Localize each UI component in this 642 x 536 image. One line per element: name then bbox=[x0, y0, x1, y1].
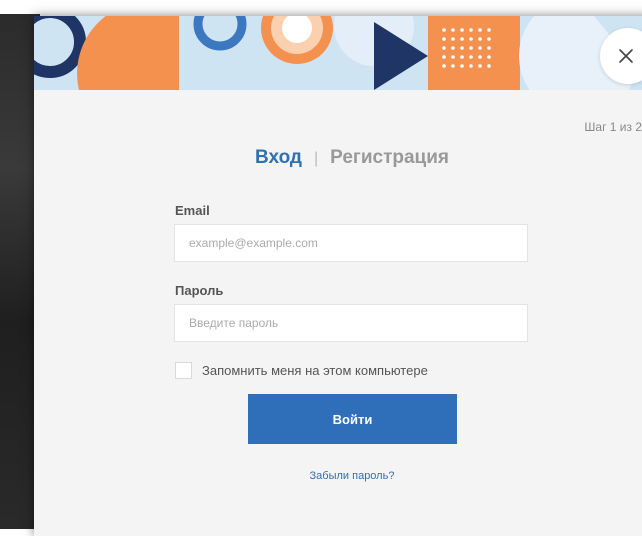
password-label: Пароль bbox=[175, 283, 224, 298]
auth-tabs: Вход | Регистрация bbox=[34, 147, 642, 169]
decorative-banner bbox=[34, 16, 642, 90]
email-field[interactable] bbox=[174, 224, 528, 262]
close-icon bbox=[619, 49, 633, 63]
login-modal: Шаг 1 из 2 Вход | Регистрация Email Паро… bbox=[34, 16, 642, 536]
tab-login[interactable]: Вход bbox=[255, 147, 302, 169]
login-submit-button[interactable]: Войти bbox=[248, 394, 457, 444]
email-label: Email bbox=[175, 203, 210, 218]
tab-register[interactable]: Регистрация bbox=[330, 147, 449, 169]
banner-pattern bbox=[34, 16, 642, 90]
password-field[interactable] bbox=[174, 304, 528, 342]
tab-separator: | bbox=[313, 150, 319, 167]
forgot-password-link[interactable]: Забыли пароль? bbox=[34, 470, 642, 482]
step-indicator: Шаг 1 из 2 bbox=[584, 120, 642, 134]
remember-me-label[interactable]: Запомнить меня на этом компьютере bbox=[202, 363, 428, 378]
remember-me-checkbox[interactable] bbox=[175, 362, 192, 379]
remember-me-row: Запомнить меня на этом компьютере bbox=[175, 362, 428, 379]
